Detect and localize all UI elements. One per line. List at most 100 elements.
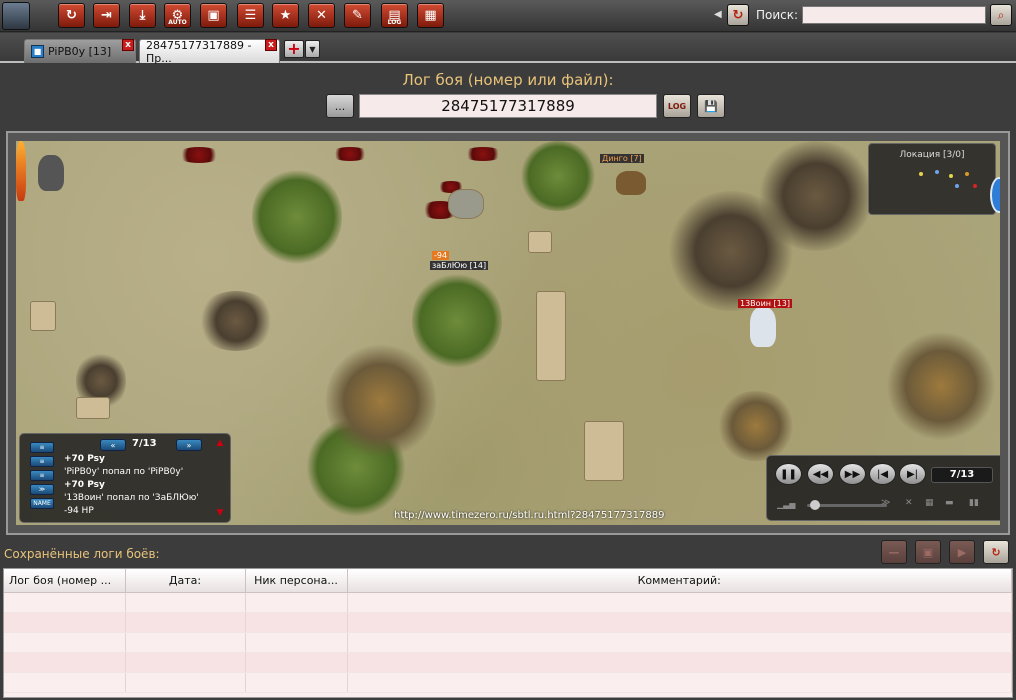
minus-icon[interactable]: ▬ — [945, 498, 954, 508]
minimap-title: Локация [3/0] — [899, 150, 965, 160]
battle-log-input[interactable] — [359, 94, 657, 118]
favorites-button[interactable]: ★ — [272, 3, 299, 28]
play-log-button[interactable]: ▶ — [949, 540, 975, 564]
enemy-unit[interactable] — [616, 171, 646, 195]
search-button[interactable]: ⌕ — [990, 4, 1012, 26]
download-button[interactable]: ⤓ — [129, 3, 156, 28]
package-button[interactable]: ▦ — [417, 3, 444, 28]
save-log-button[interactable]: 💾 — [697, 94, 725, 118]
tab-pipboy[interactable]: ■ PiPB0y [13] — [24, 39, 136, 63]
column-header-date[interactable]: Дата: — [125, 569, 246, 593]
refresh-logs-button[interactable]: ↻ — [983, 540, 1009, 564]
chevron-left-icon[interactable]: ◀ — [714, 9, 722, 20]
combat-log-panel: ≡ ≡ ≡ ≫ NAME « 7/13 » ▲ ▼ +70 Psy 'PiPB0… — [19, 433, 231, 523]
auto-button[interactable]: ⚙ AUTO — [164, 3, 191, 28]
column-header-nickname[interactable]: Ник персона... — [245, 569, 348, 593]
location-minimap[interactable]: Локация [3/0] — [868, 143, 996, 215]
step-forward-button[interactable]: ▶| — [899, 463, 926, 485]
scroll-up-icon[interactable]: ▲ — [213, 438, 227, 448]
log-line: '13Воин' попал по 'ЗаБЛЮю' — [64, 493, 199, 503]
backpack-button[interactable]: ▣ — [200, 3, 227, 28]
character-label: Динго [7] — [600, 154, 644, 163]
enemy-unit[interactable] — [38, 155, 64, 191]
log-next-button[interactable]: » — [176, 439, 202, 451]
add-tab-button[interactable]: + — [284, 40, 304, 58]
log-filter-button[interactable]: ≫ — [30, 484, 54, 495]
log-turn-counter: 7/13 — [132, 438, 157, 449]
step-back-button[interactable]: |◀ — [869, 463, 896, 485]
log-line: +70 Psy — [64, 454, 105, 464]
column-header-comment[interactable]: Комментарий: — [347, 569, 1012, 593]
notes-button[interactable]: ✎ — [344, 3, 371, 28]
log-button[interactable]: ▤ LOG — [381, 3, 408, 28]
battle-log-title: Лог боя (номер или файл): — [402, 71, 614, 89]
tab-close-button[interactable]: x — [122, 39, 134, 51]
log-prev-button[interactable]: « — [100, 439, 126, 451]
log-filter-button[interactable]: ≡ — [30, 442, 54, 453]
map-marker — [949, 174, 953, 178]
player-unit[interactable] — [750, 307, 776, 347]
battle-url[interactable]: http://www.timezero.ru/sbtl.ru.html?2847… — [394, 510, 664, 521]
speed-icon[interactable]: ≫ — [881, 498, 890, 508]
quality-icon[interactable]: ▮▮ — [969, 498, 979, 508]
sandbag-rock — [584, 421, 624, 481]
map-marker — [935, 170, 939, 174]
search-input[interactable] — [802, 6, 986, 24]
notes-icon: ✎ — [352, 8, 363, 23]
search-refresh-button[interactable]: ↻ — [727, 4, 749, 26]
scroll-down-icon[interactable]: ▼ — [213, 508, 227, 518]
list-button[interactable]: ☰ — [237, 3, 264, 28]
refresh-button[interactable]: ↻ — [58, 3, 85, 28]
open-log-button[interactable]: LOG — [663, 94, 691, 118]
tree — [886, 331, 996, 441]
table-row[interactable] — [4, 612, 1012, 633]
table-row[interactable] — [4, 652, 1012, 673]
damage-label: -94 — [432, 251, 450, 260]
refresh-icon: ↻ — [732, 7, 744, 23]
skip-forward-icon: ▶| — [906, 468, 919, 480]
edit-log-button[interactable]: ▣ — [915, 540, 941, 564]
login-icon: ⇥ — [101, 8, 112, 23]
table-row[interactable] — [4, 672, 1012, 693]
tab-battle-log[interactable]: 28475177317889 - Пр... — [139, 39, 280, 65]
log-line: +70 Psy — [64, 480, 105, 490]
volume-slider-handle[interactable] — [810, 500, 820, 510]
tab-menu-button[interactable]: ▼ — [305, 40, 320, 58]
refresh-icon: ↻ — [66, 8, 77, 23]
rewind-button[interactable]: ◀◀ — [807, 463, 834, 485]
tools-button[interactable]: ✕ — [308, 3, 335, 28]
log-filter-button[interactable]: ≡ — [30, 470, 54, 481]
minus-icon: — — [888, 545, 900, 559]
tree — [412, 271, 502, 371]
map-marker — [973, 184, 977, 188]
sandbag-rock — [30, 301, 56, 331]
character-label: 13Воин [13] — [738, 299, 792, 308]
log-name-button[interactable]: NAME — [30, 498, 54, 509]
skip-back-icon: |◀ — [876, 468, 889, 480]
app-logo-icon[interactable] — [2, 2, 30, 30]
package-icon: ▦ — [424, 8, 437, 23]
grid-icon[interactable]: ▦ — [925, 498, 934, 508]
search-icon: ⌕ — [997, 7, 1005, 22]
tools-icon: ✕ — [316, 8, 327, 23]
battle-field[interactable]: Динго [7] -94 заБлЮю [14] 13Воин [13] Ло… — [16, 141, 1000, 525]
column-header-log[interactable]: Лог боя (номер ... — [4, 569, 126, 593]
log-filter-button[interactable]: ≡ — [30, 456, 54, 467]
browse-file-button[interactable]: ... — [326, 94, 354, 118]
tree — [326, 341, 436, 461]
pause-icon: ❚❚ — [780, 468, 797, 480]
main-toolbar: ↻ ⇥ ⤓ ⚙ AUTO ▣ ☰ ★ ✕ ✎ ▤ LOG ▦ ◀ ↻ Поиск: … — [0, 0, 1016, 32]
tab-close-button[interactable]: x — [265, 39, 277, 51]
fast-forward-icon: ▶▶ — [844, 468, 861, 480]
login-button[interactable]: ⇥ — [93, 3, 120, 28]
fire-effect — [16, 141, 26, 201]
floppy-disk-icon: 💾 — [704, 99, 718, 113]
pause-button[interactable]: ❚❚ — [775, 463, 802, 485]
tools-icon[interactable]: ✕ — [905, 498, 913, 508]
fast-forward-button[interactable]: ▶▶ — [839, 463, 866, 485]
delete-log-button[interactable]: — — [881, 540, 907, 564]
table-row[interactable] — [4, 632, 1012, 653]
log-line: -94 HP — [64, 506, 94, 516]
tree — [196, 291, 276, 351]
table-row[interactable] — [4, 592, 1012, 613]
